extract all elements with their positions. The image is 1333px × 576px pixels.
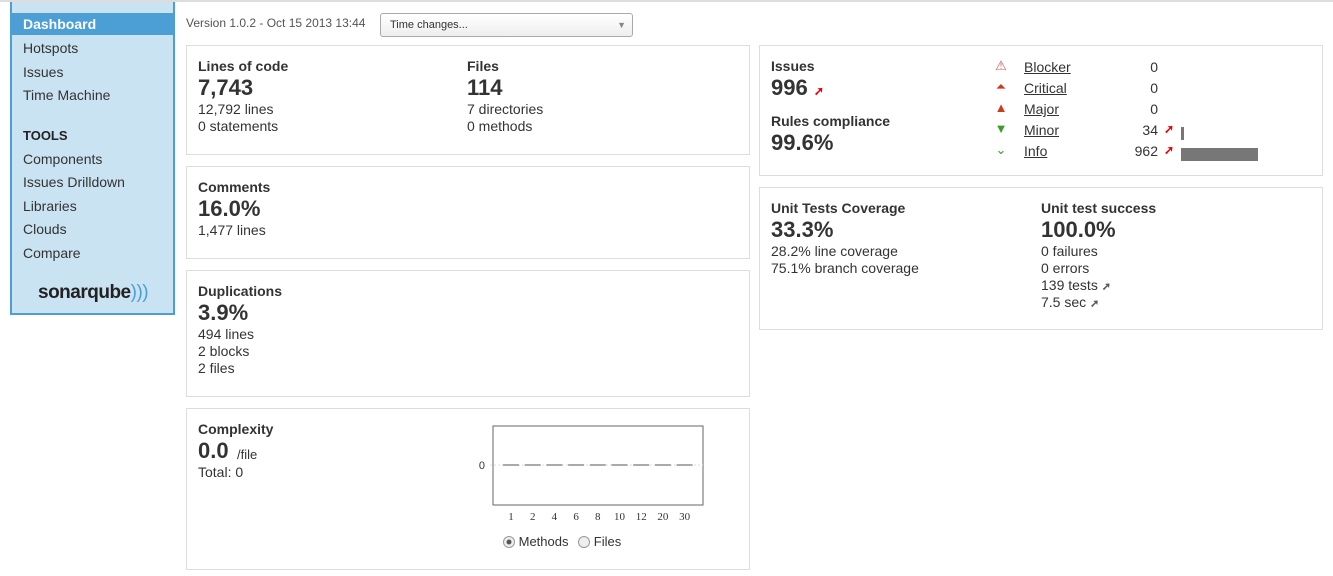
complexity-unit: /file <box>237 447 258 462</box>
coverage-label: Unit Tests Coverage <box>771 200 906 216</box>
severity-link-minor[interactable]: Minor <box>1024 122 1059 138</box>
compliance-value: 99.6% <box>771 130 834 155</box>
minor-icon: ▼ <box>994 121 1008 136</box>
version-label: Version 1.0.2 - Oct 15 2013 13:44 <box>186 16 366 30</box>
comments-value[interactable]: 16.0% <box>198 196 260 222</box>
sidebar-item-clouds[interactable]: Clouds <box>23 221 67 237</box>
complexity-label: Complexity <box>198 421 274 437</box>
severity-link-critical[interactable]: Critical <box>1024 80 1067 96</box>
test-success-value[interactable]: 100.0% <box>1041 217 1116 243</box>
methods-radio[interactable] <box>503 536 515 548</box>
coverage-widget: Unit Tests Coverage 33.3% 28.2% line cov… <box>759 187 1323 330</box>
trend-up-icon: ➚ <box>1101 281 1111 293</box>
issues-widget: Issues 996 ➚ Rules compliance 99.6% ⚠ Bl… <box>759 45 1323 176</box>
duplicated-files: 2 files <box>198 360 235 376</box>
trend-up-icon: ➚ <box>1164 143 1175 157</box>
x-tick-label: 10 <box>614 511 626 523</box>
test-duration: 7.5 sec ➚ <box>1041 294 1100 310</box>
severity-bar <box>1181 148 1258 161</box>
time-changes-select[interactable]: Time changes... ▼ <box>380 13 633 37</box>
sidebar-item-issues-drilldown[interactable]: Issues Drilldown <box>23 174 125 190</box>
comments-widget: Comments 16.0% 1,477 lines <box>186 166 750 259</box>
coverage-value[interactable]: 33.3% <box>771 217 833 243</box>
sidebar-item-components[interactable]: Components <box>23 151 102 167</box>
test-errors: 0 errors <box>1041 260 1090 276</box>
sidebar-item-hotspots[interactable]: Hotspots <box>23 40 78 56</box>
time-changes-value: Time changes... <box>390 19 468 31</box>
info-icon: ⌄ <box>995 142 1007 157</box>
duplications-value[interactable]: 3.9% <box>198 300 248 326</box>
lines-value: 12,792 lines <box>198 101 274 117</box>
test-success-label: Unit test success <box>1041 200 1157 216</box>
sidebar: Dashboard Hotspots Issues Time Machine T… <box>10 2 175 315</box>
x-tick-label: 2 <box>530 511 536 523</box>
trend-up-icon: ➚ <box>1090 298 1100 310</box>
issues-label: Issues <box>771 58 815 74</box>
comment-lines: 1,477 lines <box>198 222 266 238</box>
complexity-widget: Complexity 0.0 /file Total: 0 0 1 2 4 6 8 10 12… <box>186 408 750 570</box>
complexity-chart: 01 2 4 6 8 10 12 20 30 <box>479 425 704 523</box>
x-tick-label: 12 <box>636 511 647 523</box>
x-tick-label: 8 <box>595 511 601 523</box>
duplicated-lines: 494 lines <box>198 326 255 342</box>
files-radio[interactable] <box>578 536 591 548</box>
blocker-icon: ⚠ <box>995 58 1007 73</box>
sidebar-item-dashboard[interactable]: Dashboard <box>12 13 173 35</box>
files-radio-label[interactable]: Files <box>594 534 621 549</box>
x-tick-label: 30 <box>679 511 691 523</box>
methods-radio-label[interactable]: Methods <box>519 534 569 549</box>
directories-value: 7 directories <box>467 101 544 117</box>
loc-value[interactable]: 7,743 <box>198 75 253 101</box>
x-tick-label: 6 <box>573 511 579 523</box>
severity-bar <box>1181 127 1184 140</box>
severity-link-major[interactable]: Major <box>1024 101 1059 117</box>
branch-coverage: 75.1% branch coverage <box>771 260 919 276</box>
sidebar-item-libraries[interactable]: Libraries <box>23 198 77 214</box>
compliance-label: Rules compliance <box>771 113 891 129</box>
x-tick-label: 20 <box>657 511 669 523</box>
methods-value: 0 methods <box>467 118 533 134</box>
severity-count: 0 <box>1150 101 1158 117</box>
sidebar-item-compare[interactable]: Compare <box>23 245 81 261</box>
sidebar-item-issues[interactable]: Issues <box>23 64 63 80</box>
issues-value[interactable]: 996 ➚ <box>771 75 824 101</box>
trend-up-icon: ➚ <box>1164 122 1175 136</box>
test-failures: 0 failures <box>1041 243 1098 259</box>
major-icon: ▲ <box>994 100 1008 115</box>
critical-icon: ⏶ <box>995 79 1007 94</box>
severity-count: 962 <box>1134 143 1158 159</box>
duplicated-blocks: 2 blocks <box>198 343 250 359</box>
comments-label: Comments <box>198 179 271 195</box>
loc-label: Lines of code <box>198 58 289 74</box>
duplications-widget: Duplications 3.9% 494 lines 2 blocks 2 f… <box>186 270 750 397</box>
chevron-down-icon: ▼ <box>617 20 626 30</box>
severity-link-info[interactable]: Info <box>1024 143 1047 159</box>
files-value[interactable]: 114 <box>467 75 503 101</box>
size-widget: Lines of code 7,743 12,792 lines 0 state… <box>186 45 750 155</box>
severity-link-blocker[interactable]: Blocker <box>1024 59 1071 75</box>
distribution-radios: Methods Files <box>503 534 621 549</box>
sidebar-item-time-machine[interactable]: Time Machine <box>23 87 110 103</box>
severity-count: 34 <box>1142 122 1158 138</box>
complexity-total: Total: 0 <box>198 464 244 480</box>
statements-value: 0 statements <box>198 118 279 134</box>
trend-up-icon: ➚ <box>813 84 824 98</box>
files-label: Files <box>467 58 499 74</box>
sonarqube-logo: sonarqube))) <box>38 282 149 303</box>
duplications-label: Duplications <box>198 283 283 299</box>
x-tick-label: 4 <box>552 511 558 523</box>
severity-count: 0 <box>1150 59 1158 75</box>
y-tick-label: 0 <box>479 460 485 472</box>
severity-count: 0 <box>1150 80 1158 96</box>
complexity-value: 0.0 <box>198 438 229 463</box>
line-coverage: 28.2% line coverage <box>771 243 898 259</box>
tools-heading: TOOLS <box>23 128 68 143</box>
x-tick-label: 1 <box>508 511 514 523</box>
